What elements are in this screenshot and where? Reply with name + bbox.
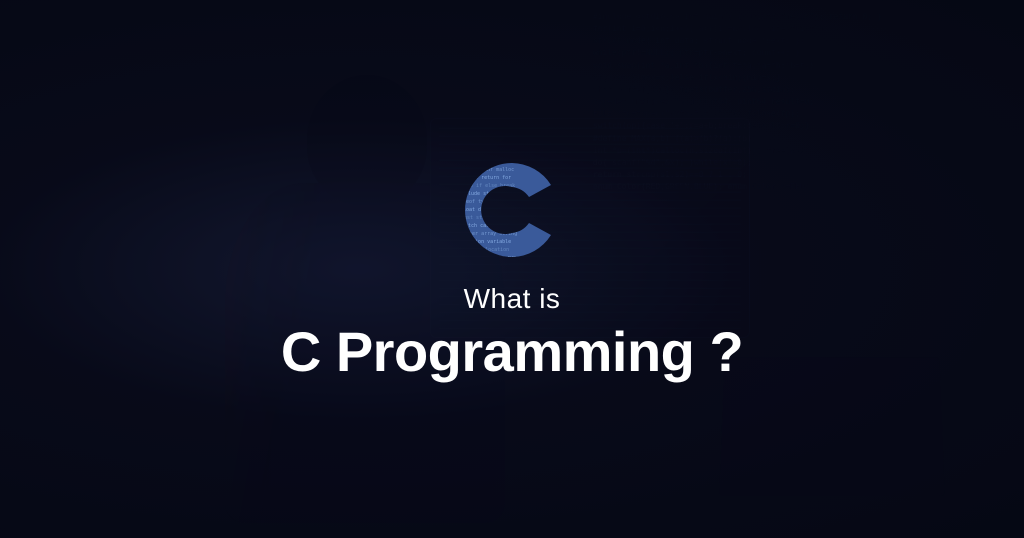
hero-content: int main void char printf scanf malloc s… xyxy=(281,155,743,384)
hero-title: C Programming ? xyxy=(281,319,743,384)
laptop-silhouette xyxy=(719,357,944,496)
hero-subtitle: What is xyxy=(464,283,561,315)
c-logo-icon: int main void char printf scanf malloc s… xyxy=(457,155,567,265)
hero-banner: #include <stdio.h> int main() { printf("… xyxy=(0,0,1024,538)
